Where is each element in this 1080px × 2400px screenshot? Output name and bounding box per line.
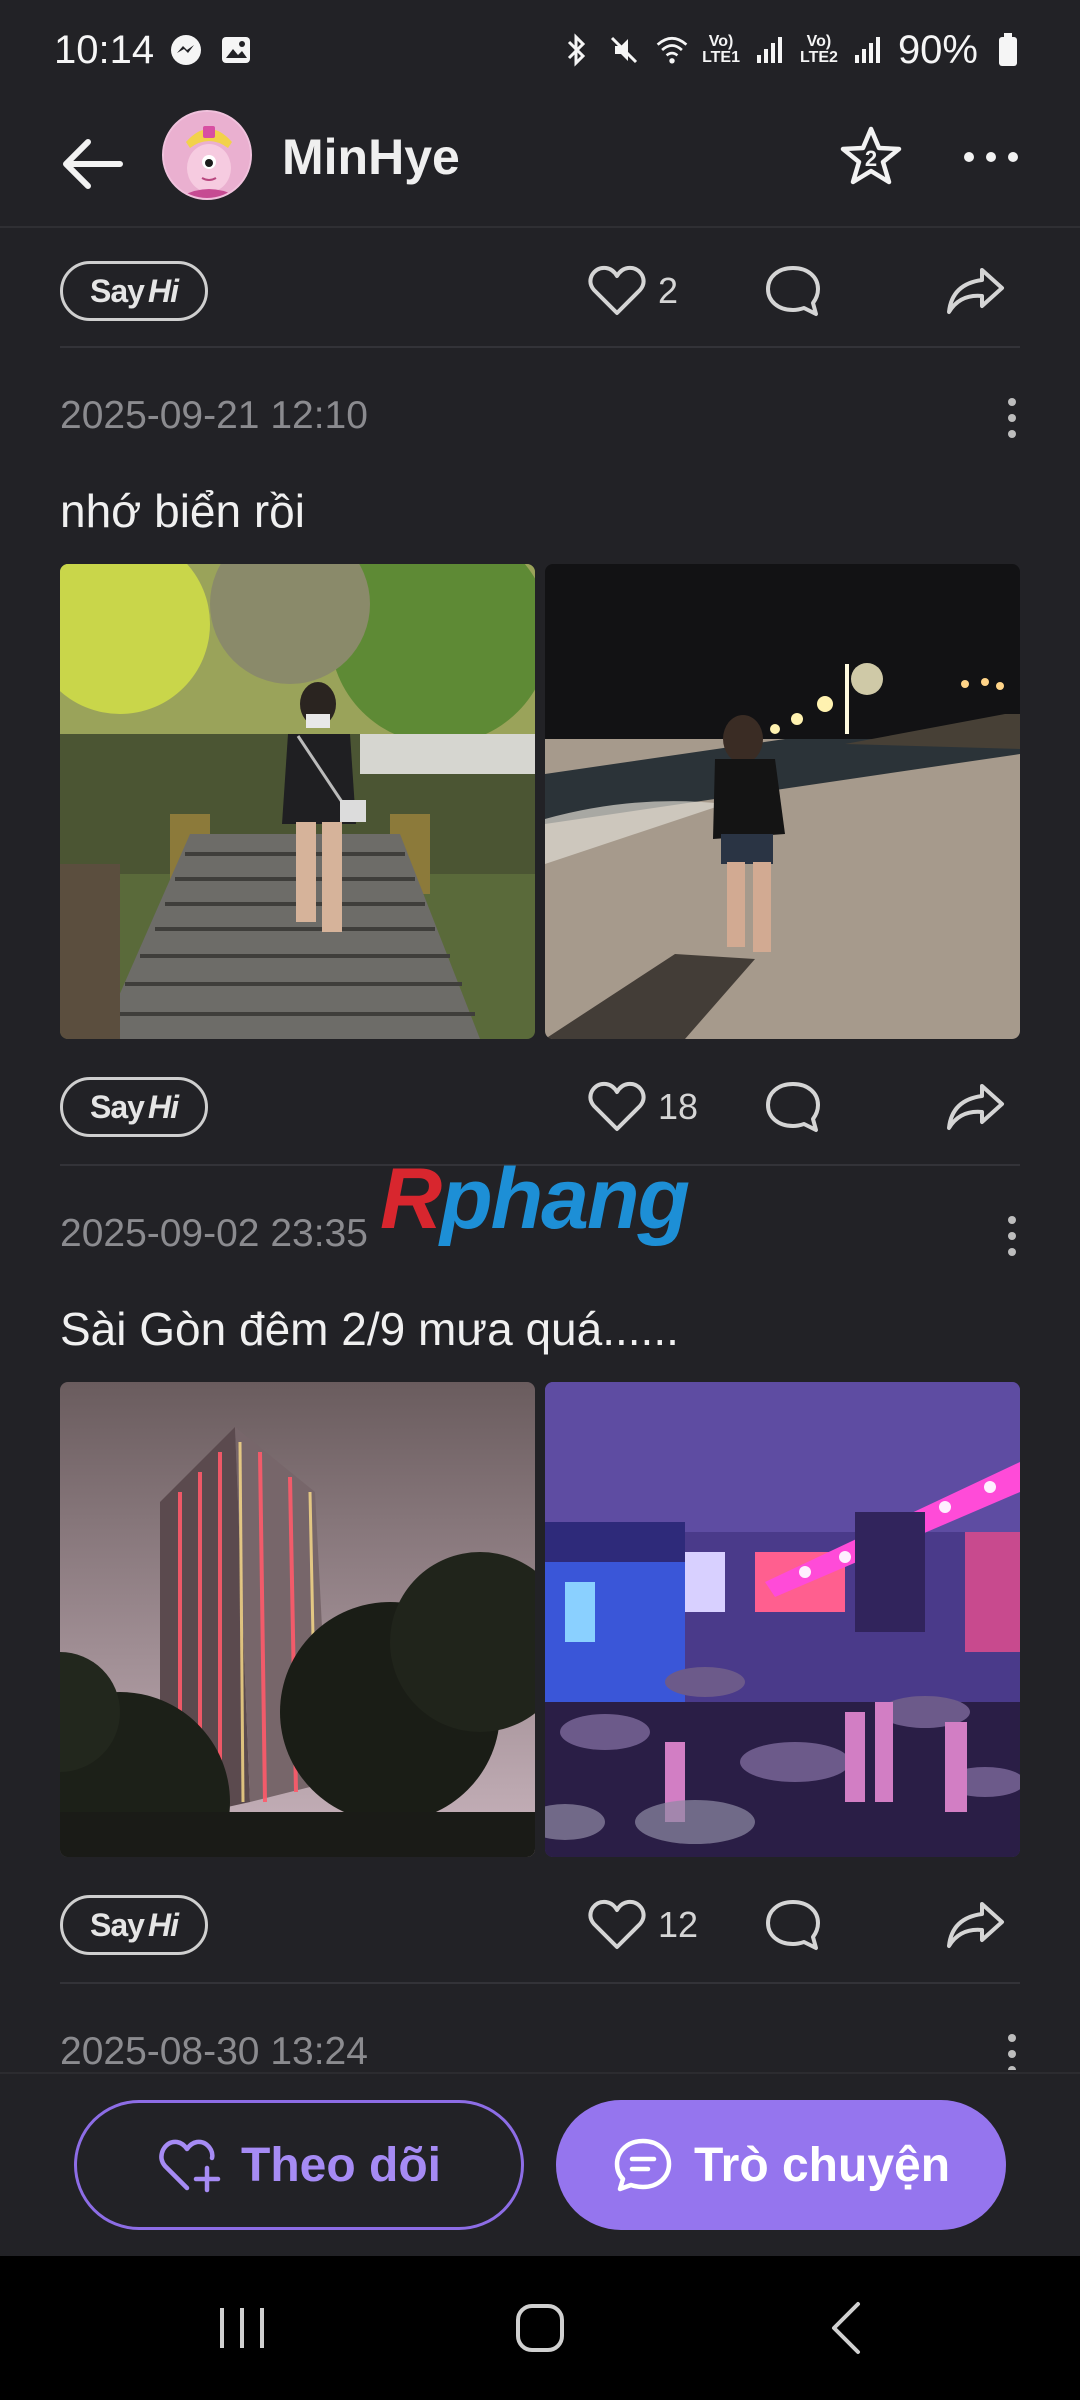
- profile-username: MinHye: [282, 129, 460, 185]
- say-hi-button[interactable]: Say Hi: [60, 1077, 208, 1137]
- post-action-row: Say Hi 18: [60, 1064, 1020, 1150]
- watermark-logo: Rphang: [380, 1151, 690, 1247]
- chat-label: Trò chuyện: [693, 2138, 951, 2192]
- like-button[interactable]: 12: [588, 1899, 698, 1951]
- star-badge-count: 2: [865, 146, 877, 171]
- concert-rain-photo[interactable]: [545, 1382, 1020, 1857]
- comment-icon: [766, 266, 820, 316]
- comment-icon: [766, 1900, 820, 1950]
- share-button[interactable]: [940, 1074, 1010, 1140]
- like-count: 18: [658, 1086, 699, 1127]
- post-text: Sài Gòn đêm 2/9 mưa quá......: [60, 1303, 679, 1355]
- system-back-button[interactable]: [818, 2296, 878, 2360]
- more-options-button[interactable]: [956, 124, 1026, 190]
- gallery-icon: [218, 32, 254, 68]
- system-navigation-bar: [0, 2256, 1080, 2400]
- chat-icon: [614, 2138, 672, 2192]
- like-button[interactable]: 18: [588, 1081, 698, 1133]
- post-more-button[interactable]: [990, 388, 1034, 448]
- bottom-action-bar: Theo dõi Trò chuyện: [0, 2072, 1080, 2256]
- signal-2-icon: [850, 32, 886, 68]
- recent-apps-icon: [220, 2308, 264, 2348]
- heart-plus-icon: [159, 2139, 221, 2193]
- post-date: 2025-08-30 13:24: [60, 2030, 368, 2070]
- post-text: nhớ biển rồi: [60, 485, 305, 537]
- like-count: 2: [658, 270, 679, 311]
- back-arrow-icon: [63, 139, 123, 189]
- signal-1-icon: [752, 32, 788, 68]
- avatar[interactable]: [162, 110, 252, 200]
- share-icon: [947, 1084, 1004, 1130]
- say-hi-button[interactable]: Say Hi: [60, 261, 208, 321]
- like-count: 12: [658, 1904, 699, 1945]
- post-divider: [60, 1982, 1020, 1984]
- post-action-row: Say Hi 2: [60, 248, 1020, 334]
- share-button[interactable]: [940, 1892, 1010, 1958]
- like-button[interactable]: 2: [588, 265, 678, 317]
- star-icon: 2: [840, 126, 902, 185]
- say-hi-button[interactable]: Say Hi: [60, 1895, 208, 1955]
- back-button[interactable]: [56, 128, 128, 200]
- stairs-photo[interactable]: [60, 564, 535, 1039]
- heart-icon: [588, 265, 646, 315]
- heart-icon: [588, 1081, 646, 1131]
- follow-button[interactable]: Theo dõi: [74, 2100, 524, 2230]
- favorite-star-button[interactable]: 2: [838, 124, 904, 190]
- home-icon: [516, 2304, 564, 2352]
- post-date: 2025-09-21 12:10: [60, 394, 368, 437]
- comment-button[interactable]: [760, 258, 826, 324]
- comment-icon: [766, 1082, 820, 1132]
- volte-lte1-label: Vo) LTE1: [702, 33, 740, 66]
- volte-lte2-label: Vo) LTE2: [800, 33, 838, 66]
- post-date: 2025-09-02 23:35: [60, 1212, 368, 1255]
- post-more-button[interactable]: [990, 1206, 1034, 1266]
- post-divider: [60, 346, 1020, 348]
- status-time: 10:14: [54, 27, 155, 72]
- battery-icon: [990, 32, 1026, 68]
- share-icon: [947, 1902, 1004, 1948]
- post-action-row: Say Hi 12: [60, 1882, 1020, 1968]
- more-icon: [964, 152, 1018, 162]
- heart-icon: [588, 1899, 646, 1949]
- recent-apps-button[interactable]: [212, 2300, 272, 2356]
- messenger-icon: [168, 32, 204, 68]
- city-tower-photo[interactable]: [60, 1382, 535, 1857]
- share-icon: [947, 268, 1004, 314]
- chevron-left-icon: [832, 2302, 860, 2354]
- comment-button[interactable]: [760, 1074, 826, 1140]
- profile-header: MinHye 2: [0, 100, 1080, 228]
- home-button[interactable]: [510, 2298, 570, 2358]
- mute-icon: [606, 32, 642, 68]
- wifi-icon: [654, 32, 690, 68]
- follow-label: Theo dõi: [241, 2138, 441, 2192]
- battery-percentage: 90%: [897, 27, 978, 72]
- beach-night-photo[interactable]: [545, 564, 1020, 1039]
- post-more-button[interactable]: [990, 2024, 1034, 2070]
- bluetooth-icon: [558, 32, 594, 68]
- share-button[interactable]: [940, 258, 1010, 324]
- status-bar: 10:14 Vo) LTE1 Vo) LTE2 90%: [0, 0, 1080, 100]
- comment-button[interactable]: [760, 1892, 826, 1958]
- chat-button[interactable]: Trò chuyện: [556, 2100, 1006, 2230]
